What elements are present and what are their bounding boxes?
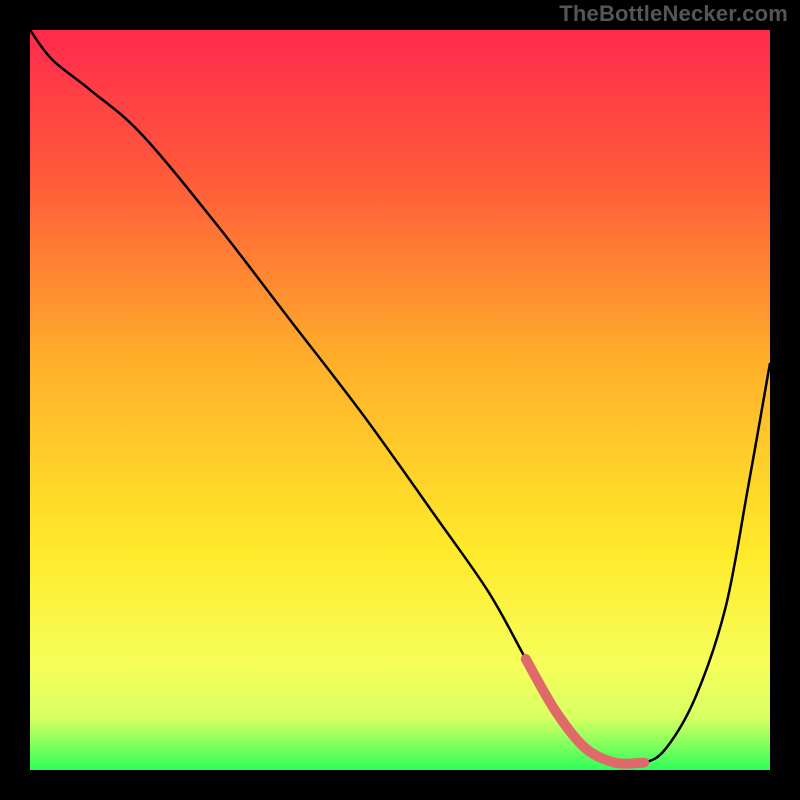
gradient-background xyxy=(30,30,770,770)
watermark-text: TheBottleNecker.com xyxy=(559,1,788,27)
chart-stage: TheBottleNecker.com xyxy=(0,0,800,800)
bottleneck-chart xyxy=(30,30,770,770)
chart-frame xyxy=(30,30,770,770)
